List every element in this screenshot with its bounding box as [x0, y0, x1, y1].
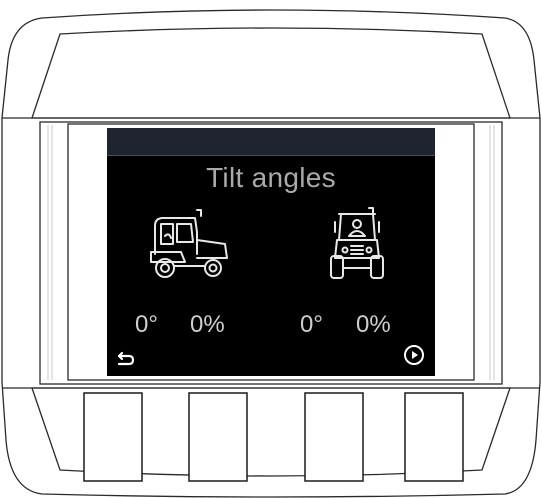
screen-header-bar — [107, 128, 435, 156]
side-tilt-percent-value: 0% — [190, 311, 225, 338]
display-screen: Tilt angles 0° 0% 0° 0% — [107, 128, 435, 376]
softkey-2[interactable] — [188, 392, 248, 482]
tractor-side-view-icon — [150, 209, 228, 278]
return-arrow-icon[interactable] — [115, 348, 135, 368]
softkey-1[interactable] — [83, 392, 143, 482]
softkey-4[interactable] — [404, 392, 464, 482]
circled-play-icon[interactable] — [403, 344, 425, 366]
front-tilt-percent-value: 0% — [356, 311, 391, 338]
tractor-front-view-icon — [330, 207, 384, 279]
page-title: Tilt angles — [206, 162, 336, 193]
side-tilt-angle-value: 0° — [135, 311, 158, 338]
softkey-3[interactable] — [304, 392, 364, 482]
front-tilt-angle-value: 0° — [300, 311, 323, 338]
